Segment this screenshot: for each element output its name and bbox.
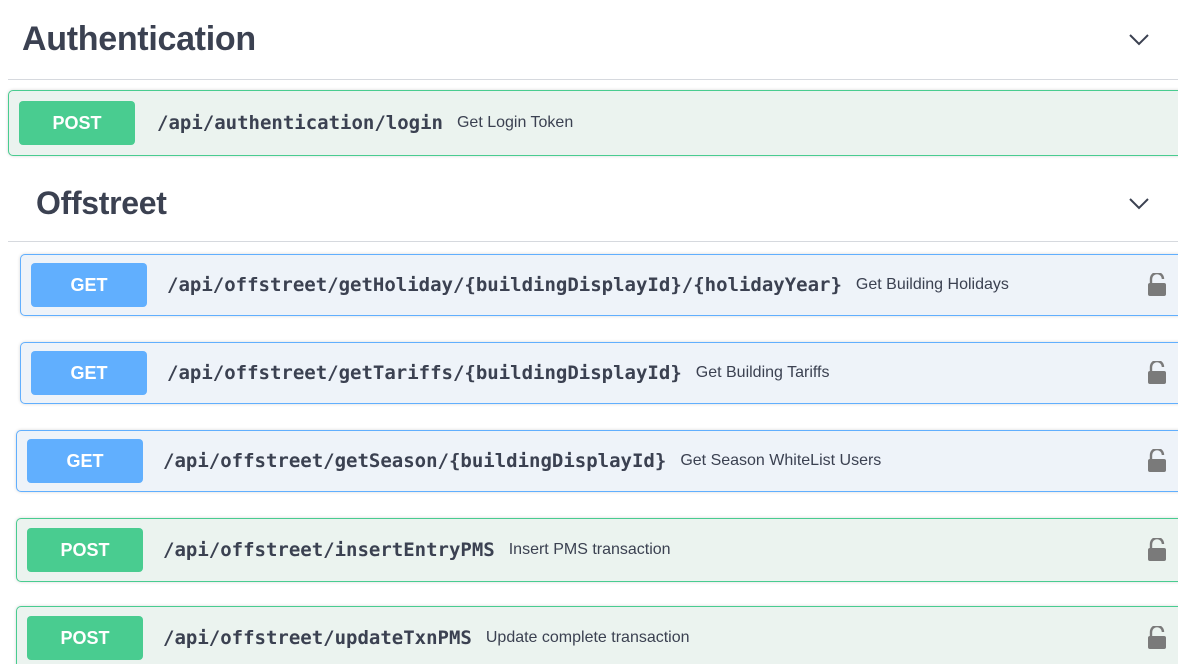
operation-summary: Update complete transaction [485,629,690,646]
method-badge: POST [27,616,143,660]
method-badge: GET [31,263,147,307]
operation-path: /api/offstreet/updateTxnPMS [163,627,472,649]
unlocked-padlock-icon[interactable] [1147,359,1167,385]
unlocked-padlock-icon[interactable] [1147,624,1167,650]
section-title: Offstreet [36,185,167,221]
section-header-authentication[interactable]: Authentication [8,0,1178,80]
operation-post-insert-entry[interactable]: POST /api/offstreet/insertEntryPMS Inser… [16,518,1178,582]
method-badge: POST [19,101,135,145]
operation-path: /api/authentication/login [157,112,443,134]
operation-summary: Get Season WhiteList Users [680,452,882,469]
section-title: Authentication [22,20,256,58]
unlocked-padlock-icon[interactable] [1147,447,1167,473]
operation-get-tariffs[interactable]: GET /api/offstreet/getTariffs/{buildingD… [20,342,1178,404]
operation-post-login[interactable]: POST /api/authentication/login Get Login… [8,90,1178,156]
method-badge: POST [27,528,143,572]
operation-summary: Insert PMS transaction [508,541,671,558]
section-header-offstreet[interactable]: Offstreet [8,166,1178,242]
method-badge: GET [31,351,147,395]
operation-path: /api/offstreet/getHoliday/{buildingDispl… [167,274,842,296]
operation-get-season[interactable]: GET /api/offstreet/getSeason/{buildingDi… [16,430,1178,492]
unlocked-padlock-icon[interactable] [1147,271,1167,297]
operation-path: /api/offstreet/insertEntryPMS [163,539,495,561]
chevron-down-icon[interactable] [1124,189,1154,219]
operation-path: /api/offstreet/getSeason/{buildingDispla… [163,450,667,472]
operation-path: /api/offstreet/getTariffs/{buildingDispl… [167,362,682,384]
operation-get-holiday[interactable]: GET /api/offstreet/getHoliday/{buildingD… [20,254,1178,316]
operation-summary: Get Building Tariffs [695,364,830,381]
operation-post-update-txn[interactable]: POST /api/offstreet/updateTxnPMS Update … [16,606,1178,664]
chevron-down-icon[interactable] [1124,25,1154,55]
method-badge: GET [27,439,143,483]
unlocked-padlock-icon[interactable] [1147,536,1167,562]
operation-summary: Get Login Token [456,114,574,131]
operation-summary: Get Building Holidays [855,276,1009,293]
